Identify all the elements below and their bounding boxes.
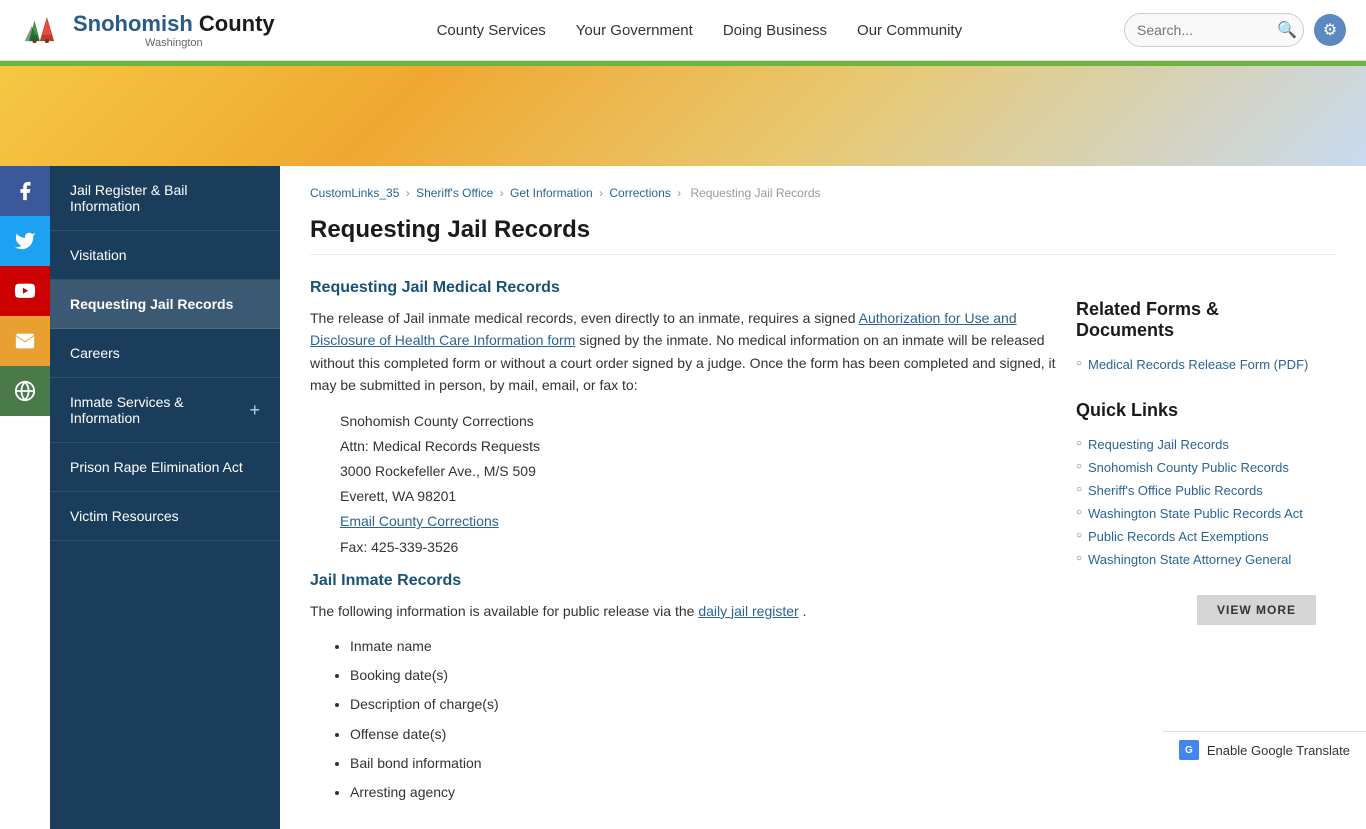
quick-link-item: Requesting Jail Records xyxy=(1076,433,1316,456)
forms-list-item: Medical Records Release Form (PDF) xyxy=(1076,353,1316,376)
content-area: Requesting Jail Medical Records The rele… xyxy=(310,279,1336,809)
google-translate-label: Enable Google Translate xyxy=(1207,743,1350,758)
nav-our-community[interactable]: Our Community xyxy=(857,22,962,39)
breadcrumb-customlinks[interactable]: CustomLinks_35 xyxy=(310,186,399,200)
quick-link-wa-public-records-act[interactable]: Washington State Public Records Act xyxy=(1088,506,1303,521)
social-sidebar xyxy=(0,166,50,416)
nav-doing-business[interactable]: Doing Business xyxy=(723,22,827,39)
quick-link-snohomish-public-records[interactable]: Snohomish County Public Records xyxy=(1088,460,1289,475)
nav-your-government[interactable]: Your Government xyxy=(576,22,693,39)
nav-item-inmate-services[interactable]: Inmate Services & Information + xyxy=(50,378,280,443)
quick-link-item: Washington State Public Records Act xyxy=(1076,502,1316,525)
right-sidebar: Related Forms & Documents Medical Record… xyxy=(1056,279,1336,809)
main-nav: County Services Your Government Doing Bu… xyxy=(437,22,963,39)
left-nav: Jail Register & Bail Information Visitat… xyxy=(50,166,280,829)
address-block: Snohomish County Corrections Attn: Medic… xyxy=(310,409,1056,560)
twitter-icon[interactable] xyxy=(0,216,50,266)
logo-area: Snohomish County Washington xyxy=(20,10,275,50)
nav-item-jail-register[interactable]: Jail Register & Bail Information xyxy=(50,166,280,231)
section1-title: Requesting Jail Medical Records xyxy=(310,279,1056,297)
address-line4: Everett, WA 98201 xyxy=(340,484,1056,509)
section2-suffix: . xyxy=(803,603,807,619)
fax-number: Fax: 425-339-3526 xyxy=(340,535,1056,560)
search-button[interactable]: 🔍 xyxy=(1277,20,1297,40)
list-item: Arresting agency xyxy=(350,780,1056,805)
quick-links-list: Requesting Jail Records Snohomish County… xyxy=(1076,433,1316,571)
section1-para1-text: The release of Jail inmate medical recor… xyxy=(310,310,856,326)
nav-item-requesting-jail-records[interactable]: Requesting Jail Records xyxy=(50,280,280,329)
list-item: Inmate name xyxy=(350,634,1056,659)
page-title: Requesting Jail Records xyxy=(310,216,1336,255)
banner xyxy=(0,66,1366,166)
view-more-button[interactable]: VIEW MORE xyxy=(1197,595,1316,625)
quick-link-item: Sheriff's Office Public Records xyxy=(1076,479,1316,502)
list-item: Description of charge(s) xyxy=(350,692,1056,717)
logo-main-text: Snohomish County xyxy=(73,11,275,37)
globe-icon[interactable] xyxy=(0,366,50,416)
breadcrumb-corrections[interactable]: Corrections xyxy=(609,186,670,200)
bullet-list: Inmate name Booking date(s) Description … xyxy=(310,634,1056,805)
quick-link-sheriffs-public-records[interactable]: Sheriff's Office Public Records xyxy=(1088,483,1263,498)
nav-item-victim-resources[interactable]: Victim Resources xyxy=(50,492,280,541)
content-left: Requesting Jail Medical Records The rele… xyxy=(310,279,1056,809)
breadcrumb: CustomLinks_35 › Sheriff's Office › Get … xyxy=(310,186,1336,200)
section2-para: The following information is available f… xyxy=(310,600,1056,622)
forms-list: Medical Records Release Form (PDF) xyxy=(1076,353,1316,376)
breadcrumb-sheriffs-office[interactable]: Sheriff's Office xyxy=(416,186,493,200)
email-corrections-link[interactable]: Email County Corrections xyxy=(340,513,499,529)
quick-link-public-records-exemptions[interactable]: Public Records Act Exemptions xyxy=(1088,529,1269,544)
forms-title: Related Forms & Documents xyxy=(1076,299,1316,341)
logo-sub-text: Washington xyxy=(73,37,275,49)
nav-item-careers[interactable]: Careers xyxy=(50,329,280,378)
medical-records-form-link[interactable]: Medical Records Release Form (PDF) xyxy=(1088,357,1308,372)
search-input[interactable] xyxy=(1137,22,1277,38)
section2-title: Jail Inmate Records xyxy=(310,572,1056,590)
breadcrumb-current: Requesting Jail Records xyxy=(690,186,820,200)
google-translate-icon: G xyxy=(1179,740,1199,760)
list-item: Bail bond information xyxy=(350,751,1056,776)
main-content: CustomLinks_35 › Sheriff's Office › Get … xyxy=(280,166,1366,829)
quick-links-title: Quick Links xyxy=(1076,400,1316,421)
quick-link-wa-attorney-general[interactable]: Washington State Attorney General xyxy=(1088,552,1291,567)
facebook-icon[interactable] xyxy=(0,166,50,216)
quick-link-item: Public Records Act Exemptions xyxy=(1076,525,1316,548)
logo-icon xyxy=(20,10,65,50)
daily-jail-register-link[interactable]: daily jail register xyxy=(698,603,798,619)
page-wrapper: Jail Register & Bail Information Visitat… xyxy=(0,166,1366,829)
google-translate-bar[interactable]: G Enable Google Translate xyxy=(1163,731,1366,768)
expand-icon: + xyxy=(249,400,260,421)
nav-item-visitation[interactable]: Visitation xyxy=(50,231,280,280)
address-line3: 3000 Rockefeller Ave., M/S 509 xyxy=(340,459,1056,484)
section2-para-text: The following information is available f… xyxy=(310,603,694,619)
search-box: 🔍 xyxy=(1124,13,1304,47)
address-line2: Attn: Medical Records Requests xyxy=(340,434,1056,459)
list-item: Booking date(s) xyxy=(350,663,1056,688)
section1-para: The release of Jail inmate medical recor… xyxy=(310,307,1056,397)
quick-link-item: Washington State Attorney General xyxy=(1076,548,1316,571)
settings-button[interactable]: ⚙ xyxy=(1314,14,1346,46)
header: Snohomish County Washington County Servi… xyxy=(0,0,1366,61)
list-item: Offense date(s) xyxy=(350,722,1056,747)
breadcrumb-get-information[interactable]: Get Information xyxy=(510,186,593,200)
logo-text: Snohomish County Washington xyxy=(73,11,275,49)
email-icon[interactable] xyxy=(0,316,50,366)
quick-link-requesting-jail-records[interactable]: Requesting Jail Records xyxy=(1088,437,1229,452)
nav-item-prison-rape[interactable]: Prison Rape Elimination Act xyxy=(50,443,280,492)
nav-county-services[interactable]: County Services xyxy=(437,22,546,39)
youtube-icon[interactable] xyxy=(0,266,50,316)
quick-link-item: Snohomish County Public Records xyxy=(1076,456,1316,479)
address-line1: Snohomish County Corrections xyxy=(340,409,1056,434)
header-right: 🔍 ⚙ xyxy=(1124,13,1346,47)
